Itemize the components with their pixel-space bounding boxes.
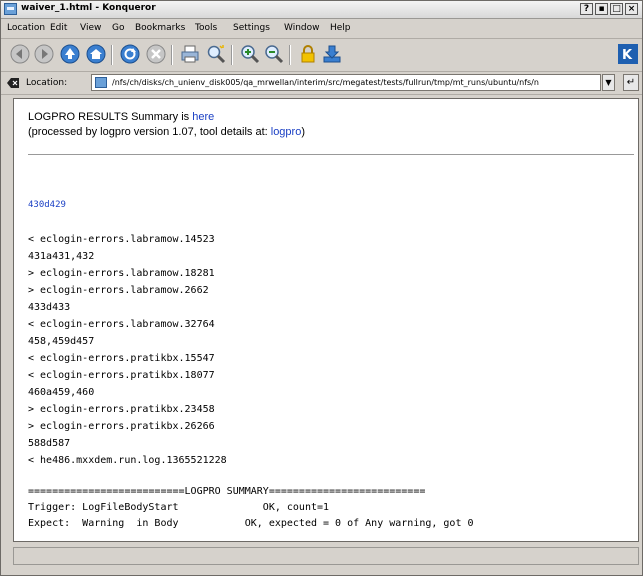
diff-line: < eclogin-errors.labramow.14523 — [28, 234, 215, 245]
menu-bookmarks[interactable]: Bookmarks — [135, 23, 185, 33]
konqueror-app-icon[interactable] — [4, 3, 17, 15]
up-icon[interactable] — [59, 43, 81, 65]
toolbar-separator — [231, 45, 233, 65]
menu-settings[interactable]: Settings — [233, 23, 270, 33]
trigger-line: Trigger: LogFileBodyStart OK, count=1 — [28, 502, 330, 513]
url-dropdown-button[interactable]: ▼ — [602, 74, 615, 91]
menu-bar: Location Edit View Go Bookmarks Tools Se… — [1, 19, 642, 39]
toolbar-separator — [171, 45, 173, 65]
security-icon[interactable] — [297, 43, 319, 65]
diff-line: 460a459,460 — [28, 387, 95, 398]
page-content[interactable]: LOGPRO RESULTS Summary is here (processe… — [13, 98, 639, 542]
page-favicon — [95, 77, 107, 88]
window-title: waiver_1.html - Konqueror — [21, 3, 156, 13]
diff-line: 431a431,432 — [28, 251, 95, 262]
zoom-out-icon[interactable] — [263, 43, 285, 65]
diff-line: < he486.mxxdem.run.log.1365521228 — [28, 455, 227, 466]
diff-line: > eclogin-errors.pratikbx.23458 — [28, 404, 215, 415]
location-bar: Location: /nfs/ch/disks/ch_unienv_disk00… — [1, 72, 642, 95]
processed-prefix: (processed by logpro version 1.07, tool … — [28, 126, 271, 138]
url-text[interactable]: /nfs/ch/disks/ch_unienv_disk005/qa_mrwel… — [112, 78, 539, 87]
go-button[interactable]: ↵ — [623, 74, 639, 91]
reload-icon[interactable] — [119, 43, 141, 65]
expect-line: Expect: Warning in Body OK, expected = 0… — [28, 518, 474, 529]
diff-line: > eclogin-errors.labramow.2662 — [28, 285, 209, 296]
summary-here-link[interactable]: here — [192, 111, 214, 123]
diff-line: < eclogin-errors.pratikbx.18077 — [28, 370, 215, 381]
forward-icon[interactable] — [33, 43, 55, 65]
minimize-button[interactable]: ▪ — [595, 3, 608, 15]
window-bottom-border[interactable] — [1, 569, 642, 575]
menu-tools[interactable]: Tools — [195, 23, 217, 33]
logpro-link[interactable]: logpro — [271, 126, 302, 138]
menu-location[interactable]: Location — [7, 23, 45, 33]
menu-go[interactable]: Go — [112, 23, 124, 33]
print-icon[interactable] — [179, 43, 201, 65]
status-bar — [13, 547, 639, 565]
title-bar[interactable]: waiver_1.html - Konqueror ? ▪ □ × — [1, 1, 642, 19]
help-button[interactable]: ? — [580, 3, 593, 15]
menu-view[interactable]: View — [80, 23, 101, 33]
konqueror-window: waiver_1.html - Konqueror ? ▪ □ × Locati… — [0, 0, 643, 576]
diff-line: < eclogin-errors.pratikbx.15547 — [28, 353, 215, 364]
toolbar-separator — [289, 45, 291, 65]
processed-suffix: ) — [301, 126, 305, 138]
diff-line: 458,459d457 — [28, 336, 95, 347]
diff-line: 588d587 — [28, 438, 71, 449]
diff-line: 433d433 — [28, 302, 71, 313]
menu-edit[interactable]: Edit — [50, 23, 67, 33]
download-icon[interactable] — [321, 43, 343, 65]
menu-window[interactable]: Window — [284, 23, 320, 33]
back-icon[interactable] — [9, 43, 31, 65]
diff-line: > eclogin-errors.pratikbx.26266 — [28, 421, 215, 432]
close-button[interactable]: × — [625, 3, 638, 15]
svg-text:K: K — [622, 48, 633, 63]
diff-line: < eclogin-errors.labramow.32764 — [28, 319, 215, 330]
processed-line: (processed by logpro version 1.07, tool … — [28, 126, 305, 138]
maximize-button[interactable]: □ — [610, 3, 623, 15]
diff-line: > eclogin-errors.labramow.18281 — [28, 268, 215, 279]
stop-icon[interactable] — [145, 43, 167, 65]
location-label: Location: — [26, 78, 68, 88]
main-toolbar: K — [1, 39, 642, 72]
home-icon[interactable] — [85, 43, 107, 65]
menu-help[interactable]: Help — [330, 23, 351, 33]
find-icon[interactable] — [205, 43, 227, 65]
summary-prefix: LOGPRO RESULTS Summary is — [28, 111, 193, 123]
diff-header-link[interactable]: 430d429 — [28, 200, 66, 210]
logpro-summary-rule: ==========================LOGPRO SUMMARY… — [28, 486, 426, 497]
toolbar-separator — [111, 45, 113, 65]
url-input[interactable]: /nfs/ch/disks/ch_unienv_disk005/qa_mrwel… — [91, 74, 601, 91]
zoom-in-icon[interactable] — [239, 43, 261, 65]
divider — [28, 154, 634, 155]
summary-line: LOGPRO RESULTS Summary is here — [28, 111, 214, 123]
konqueror-logo: K — [618, 44, 638, 64]
clear-location-icon[interactable] — [6, 77, 20, 89]
